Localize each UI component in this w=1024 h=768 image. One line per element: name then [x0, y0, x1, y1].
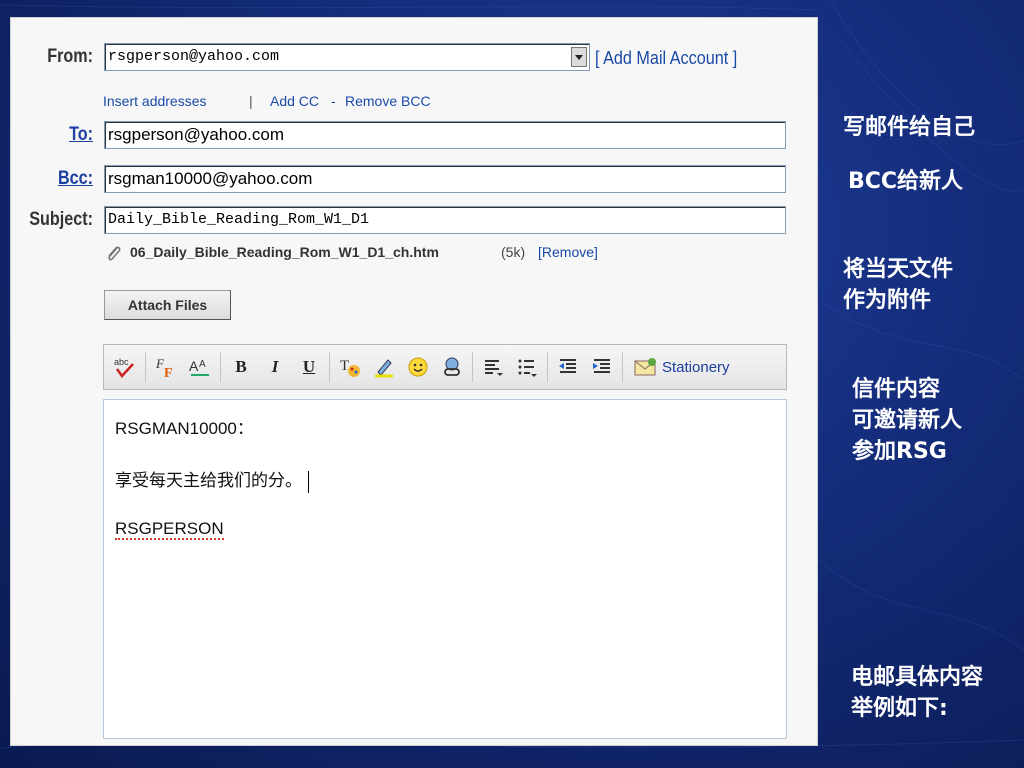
spellcheck-icon[interactable]: abc [108, 350, 142, 384]
toolbar-divider [145, 352, 146, 382]
message-body-editor[interactable]: RSGMAN10000： 享受每天主给我们的分。 RSGPERSON [103, 399, 787, 739]
note-example-1: 电邮具体内容 [851, 665, 984, 690]
to-field[interactable]: rsgperson@yahoo.com [104, 121, 786, 149]
font-size-icon[interactable]: AA [183, 350, 217, 384]
chevron-down-icon[interactable] [571, 47, 587, 67]
note-attach-file-1: 将当天文件 [843, 257, 954, 282]
bcc-label-link[interactable]: Bcc: [17, 168, 93, 190]
stationery-label: Stationery [662, 358, 730, 376]
bcc-field[interactable]: rsgman10000@yahoo.com [104, 165, 786, 193]
to-label-link[interactable]: To: [17, 124, 93, 146]
stationery-icon [634, 358, 656, 376]
outdent-icon[interactable] [551, 350, 585, 384]
link-dash: - [331, 93, 336, 109]
note-attach-file-2: 作为附件 [843, 288, 932, 313]
note-bcc-newcomer: BCC给新人 [848, 169, 964, 194]
text-color-icon[interactable]: T [333, 350, 367, 384]
subject-field[interactable]: Daily_Bible_Reading_Rom_W1_D1 [104, 206, 786, 234]
emoticon-icon[interactable] [401, 350, 435, 384]
from-label: From: [47, 46, 93, 67]
toolbar-divider [329, 352, 330, 382]
subject-label: Subject: [29, 209, 93, 230]
note-example-2: 举例如下: [851, 696, 948, 721]
note-content-2: 可邀请新人 [852, 408, 963, 433]
insert-addresses-link[interactable]: Insert addresses [103, 93, 207, 109]
toolbar-divider [547, 352, 548, 382]
stationery-button[interactable]: Stationery [626, 350, 736, 384]
text-caret [308, 470, 309, 493]
highlight-icon[interactable] [367, 350, 401, 384]
body-signature-line: RSGPERSON [115, 519, 224, 540]
note-write-to-self: 写邮件给自己 [843, 115, 976, 140]
svg-text:A: A [199, 359, 206, 370]
align-icon[interactable] [476, 350, 510, 384]
bullet-list-icon[interactable] [510, 350, 544, 384]
paperclip-icon [108, 246, 121, 261]
attach-files-button[interactable]: Attach Files [104, 290, 231, 320]
body-greeting: RSGMAN10000： [115, 419, 254, 438]
note-content-3: 参加RSG [852, 439, 947, 464]
svg-text:abc: abc [114, 357, 129, 367]
attachment-name: 06_Daily_Bible_Reading_Rom_W1_D1_ch.htm [130, 244, 439, 260]
remove-bcc-link[interactable]: Remove BCC [345, 93, 431, 109]
body-message-line: 享受每天主给我们的分。 [115, 466, 309, 493]
note-content-1: 信件内容 [852, 377, 941, 402]
font-face-icon[interactable]: FF [149, 350, 183, 384]
svg-text:F: F [164, 366, 173, 379]
body-message: 享受每天主给我们的分。 [115, 471, 302, 490]
svg-text:T: T [340, 358, 349, 374]
from-select[interactable]: rsgperson@yahoo.com [104, 43, 590, 71]
svg-text:A: A [189, 358, 199, 374]
indent-icon[interactable] [585, 350, 619, 384]
italic-button[interactable]: I [258, 350, 292, 384]
editor-toolbar: abc FF AA B I U T Stationery [103, 344, 787, 390]
add-cc-link[interactable]: Add CC [270, 93, 319, 109]
add-mail-account-link[interactable]: [ Add Mail Account ] [595, 48, 737, 69]
compose-panel: From: rsgperson@yahoo.com [ Add Mail Acc… [10, 17, 818, 746]
remove-attachment-link[interactable]: [Remove] [538, 244, 598, 260]
insert-link-icon[interactable] [435, 350, 469, 384]
underline-button[interactable]: U [292, 350, 326, 384]
body-signature: RSGPERSON [115, 519, 224, 540]
toolbar-divider [472, 352, 473, 382]
bold-button[interactable]: B [224, 350, 258, 384]
link-separator: | [249, 93, 253, 109]
from-value: rsgperson@yahoo.com [108, 48, 280, 65]
toolbar-divider [622, 352, 623, 382]
toolbar-divider [220, 352, 221, 382]
attachment-size: (5k) [501, 244, 526, 260]
